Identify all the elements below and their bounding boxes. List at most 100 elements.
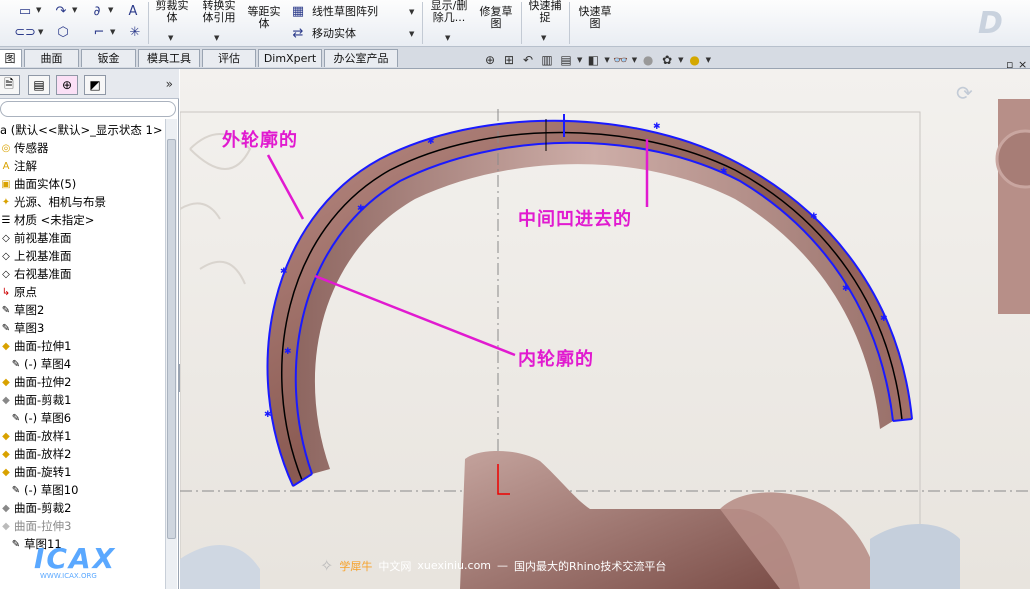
outer-profile-leader: [266, 154, 305, 220]
tab-evaluate[interactable]: 评估: [202, 49, 256, 67]
tree-item-sensors[interactable]: ◎ 传感器: [0, 139, 49, 157]
repair-sketch-button[interactable]: 修复草 图: [476, 6, 516, 30]
tree-scrollbar-thumb[interactable]: [167, 139, 176, 539]
edit-appearance-icon[interactable]: ●: [640, 52, 656, 68]
watermark-site-name: 学犀牛: [339, 559, 373, 573]
offset-entities-button[interactable]: 等距实 体: [244, 6, 284, 30]
move-entities-button[interactable]: 移动实体: [312, 28, 356, 40]
view-orientation-icon[interactable]: ▤: [558, 52, 574, 68]
fillet-dropdown-icon[interactable]: ▼: [110, 28, 115, 36]
view-settings-icon[interactable]: ●: [687, 52, 703, 68]
quick-snap-dropdown-icon[interactable]: ▼: [541, 34, 546, 42]
rectangle-dropdown-icon[interactable]: ▼: [36, 6, 41, 14]
surface-revolve-icon: ◆: [2, 466, 10, 478]
tree-item-surface-trim1[interactable]: ◆ 曲面-剪裁1: [0, 391, 71, 409]
linear-pattern-icon[interactable]: ▦: [289, 3, 307, 19]
tree-item-lights[interactable]: ✦ 光源、相机与布景: [0, 193, 106, 211]
tree-item-origin[interactable]: ↳ 原点: [0, 283, 37, 301]
plane-icon: ◇: [2, 250, 10, 262]
origin-icon: ↳: [1, 286, 11, 298]
watermark-site-cn: 中文网: [378, 559, 412, 573]
tree-item-surface-revolve1[interactable]: ◆ 曲面-旋转1: [0, 463, 71, 481]
tree-item-right-plane[interactable]: ◇ 右视基准面: [0, 265, 71, 283]
text-icon[interactable]: A: [124, 3, 142, 19]
surface-loft-icon: ◆: [2, 448, 10, 460]
tab-mold-tools[interactable]: 模具工具: [138, 49, 200, 67]
linear-pattern-button[interactable]: 线性草图阵列: [312, 6, 378, 18]
tree-item-material[interactable]: ☰ 材质 <未指定>: [0, 211, 95, 229]
tab-dimxpert[interactable]: DimXpert: [258, 49, 322, 67]
rotate-view-icon[interactable]: ⟳: [956, 81, 973, 105]
tree-scrollbar[interactable]: [165, 119, 177, 589]
property-manager-tab[interactable]: ▤: [28, 75, 50, 95]
tree-item-sketch2[interactable]: ✎ 草图2: [0, 301, 45, 319]
view-orientation-dropdown-icon[interactable]: ▼: [577, 56, 582, 64]
tree-item-surface-bodies[interactable]: ▣ 曲面实体(5): [0, 175, 76, 193]
feature-manager-tab[interactable]: 🗎: [0, 75, 20, 95]
tree-root[interactable]: a (默认<<默认>_显示状态 1>: [0, 121, 162, 139]
rectangle-icon[interactable]: ▭: [16, 3, 34, 19]
tree-item-surface-loft2[interactable]: ◆ 曲面-放样2: [0, 445, 71, 463]
apply-scene-icon[interactable]: ✿: [659, 52, 675, 68]
arc-icon[interactable]: ↷: [52, 3, 70, 19]
watermark-slogan: 国内最大的Rhino技术交流平台: [514, 559, 667, 573]
rapid-sketch-button[interactable]: 快速草 图: [574, 6, 616, 30]
expand-panel-icon[interactable]: »: [166, 77, 173, 91]
hide-show-dropdown-icon[interactable]: ▼: [632, 56, 637, 64]
hide-show-items-icon[interactable]: 👓: [613, 52, 629, 68]
tree-item-sketch3[interactable]: ✎ 草图3: [0, 319, 45, 337]
show-hide-dropdown-icon[interactable]: ▼: [445, 34, 450, 42]
tree-item-sketch4[interactable]: ✎ (-) 草图4: [10, 355, 71, 373]
display-style-dropdown-icon[interactable]: ▼: [604, 56, 609, 64]
tree-item-surface-loft1[interactable]: ◆ 曲面-放样1: [0, 427, 71, 445]
tree-item-top-plane[interactable]: ◇ 上视基准面: [0, 247, 71, 265]
linear-pattern-dropdown-icon[interactable]: ▼: [409, 8, 414, 16]
trim-button[interactable]: 剪裁实 体: [152, 0, 192, 24]
graphics-area[interactable]: ✱ ✱ ✱ ✱ ✱ ✱ ✱ ✱ ✱ ✱ 外轮廓的 中间凹进去的 内轮廓的 ⟳: [180, 69, 1030, 589]
section-view-icon[interactable]: ▥: [539, 52, 555, 68]
tree-item-surface-trim2[interactable]: ◆ 曲面-剪裁2: [0, 499, 71, 517]
move-entities-icon[interactable]: ⇄: [289, 25, 307, 41]
convert-entities-button[interactable]: 转换实 体引用: [198, 0, 240, 24]
previous-view-icon[interactable]: ↶: [520, 52, 536, 68]
arc-dropdown-icon[interactable]: ▼: [72, 6, 77, 14]
heads-up-view-toolbar: ⊕ ⊞ ↶ ▥ ▤ ▼ ◧ ▼ 👓 ▼ ● ✿ ▼ ● ▼: [482, 52, 711, 68]
trim-dropdown-icon[interactable]: ▼: [168, 34, 173, 42]
view-settings-dropdown-icon[interactable]: ▼: [706, 56, 711, 64]
tree-item-surface-extrude3[interactable]: ◆ 曲面-拉伸3: [0, 517, 71, 535]
zoom-to-fit-icon[interactable]: ⊕: [482, 52, 498, 68]
tab-sheet-metal[interactable]: 钣金: [81, 49, 136, 67]
surface-bodies-icon: ▣: [1, 178, 11, 190]
icax-logo-text: ICAX: [34, 542, 117, 575]
move-entities-dropdown-icon[interactable]: ▼: [409, 30, 414, 38]
spline-icon[interactable]: ∂: [88, 3, 106, 19]
spline-dropdown-icon[interactable]: ▼: [108, 6, 113, 14]
tab-surfaces[interactable]: 曲面: [24, 49, 79, 67]
zoom-to-area-icon[interactable]: ⊞: [501, 52, 517, 68]
tree-item-front-plane[interactable]: ◇ 前视基准面: [0, 229, 71, 247]
part-root-label: a (默认<<默认>_显示状态 1>: [0, 123, 163, 137]
panel-tabs: 🗎 ▤ ⊕ ◩ »: [0, 69, 179, 99]
tree-item-sketch10[interactable]: ✎ (-) 草图10: [10, 481, 79, 499]
apply-scene-dropdown-icon[interactable]: ▼: [678, 56, 683, 64]
tree-item-surface-extrude2[interactable]: ◆ 曲面-拉伸2: [0, 373, 71, 391]
display-style-icon[interactable]: ◧: [585, 52, 601, 68]
fillet-icon[interactable]: ⌐: [90, 24, 108, 40]
tree-item-surface-extrude1[interactable]: ◆ 曲面-拉伸1: [0, 337, 71, 355]
tree-filter-input[interactable]: [0, 101, 176, 117]
slot-dropdown-icon[interactable]: ▼: [38, 28, 43, 36]
sketch-icon: ✎: [11, 412, 21, 424]
tab-sketch[interactable]: 图: [0, 49, 22, 67]
configuration-manager-tab[interactable]: ⊕: [56, 75, 78, 95]
tab-office-products[interactable]: 办公室产品: [324, 49, 398, 67]
slot-icon[interactable]: ⊂⊃: [14, 24, 36, 40]
convert-dropdown-icon[interactable]: ▼: [214, 34, 219, 42]
point-icon[interactable]: ✳: [126, 24, 144, 40]
tree-item-annotations[interactable]: A 注解: [0, 157, 37, 175]
display-manager-tab[interactable]: ◩: [84, 75, 106, 95]
tree-item-sketch6[interactable]: ✎ (-) 草图6: [10, 409, 71, 427]
quick-snaps-button[interactable]: 快速捕 捉: [524, 0, 566, 24]
show-hide-relations-button[interactable]: 显示/删 除几...: [426, 0, 472, 24]
feature-manager-panel: 🗎 ▤ ⊕ ◩ » a (默认<<默认>_显示状态 1> ◎ 传感器 A 注解 ▣ 曲…: [0, 69, 179, 589]
polygon-icon[interactable]: ⬡: [54, 24, 72, 40]
